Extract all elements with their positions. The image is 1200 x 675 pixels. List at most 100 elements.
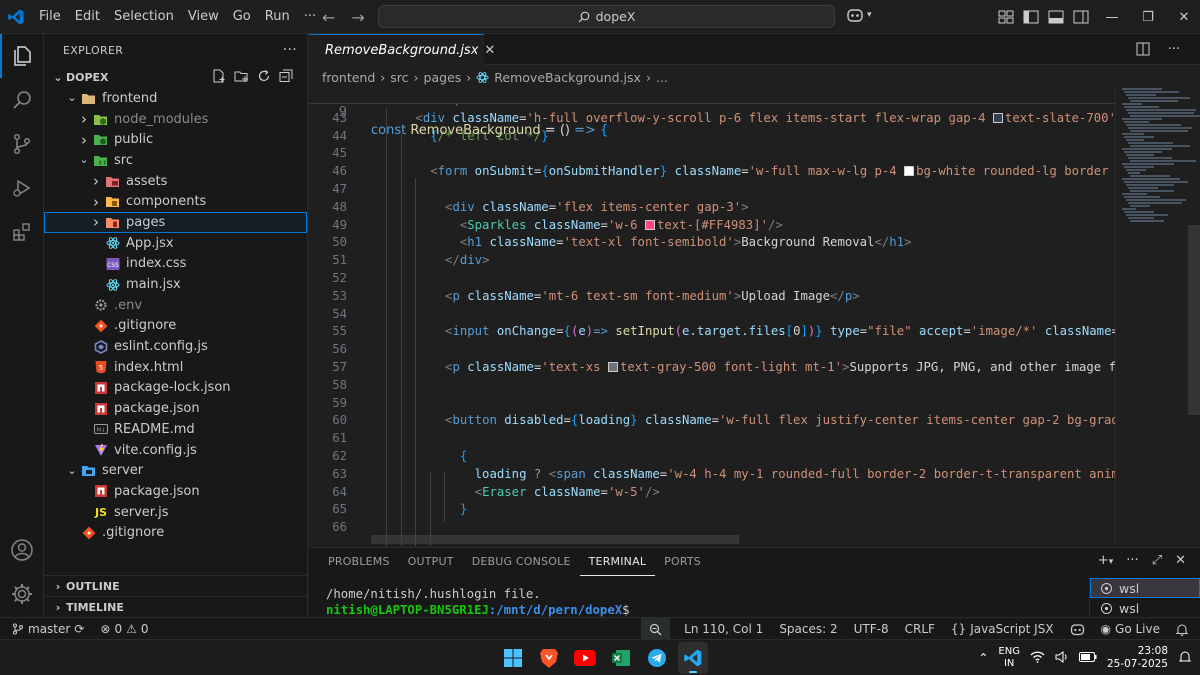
terminal-item[interactable]: wsl <box>1090 578 1200 598</box>
language-mode[interactable]: {} JavaScript JSX <box>943 622 1062 636</box>
clock[interactable]: 23:08 25-07-2025 <box>1107 645 1168 671</box>
tree-item-readme-md[interactable]: M↓ README.md <box>44 419 307 440</box>
breadcrumb-symbol[interactable]: ... <box>656 70 668 85</box>
code-line[interactable]: 57 <p className='text-xs text-gray-500 f… <box>309 359 1115 377</box>
menu-go[interactable]: Go <box>226 0 258 34</box>
notification-center-icon[interactable] <box>1178 650 1192 667</box>
tab-terminal[interactable]: TERMINAL <box>579 549 656 576</box>
customize-layout-icon[interactable] <box>998 10 1014 24</box>
line-ending[interactable]: CRLF <box>897 622 943 636</box>
code-line[interactable]: 47 <box>309 181 1115 199</box>
branch-indicator[interactable]: master ⟳ <box>0 622 92 636</box>
color-swatch[interactable] <box>607 362 618 372</box>
tree-item-package-json[interactable]: package.json <box>44 481 307 502</box>
manage-gear-icon[interactable] <box>0 572 44 616</box>
source-control-icon[interactable] <box>0 122 44 166</box>
new-terminal-icon[interactable]: +▾ <box>1098 553 1113 568</box>
new-folder-icon[interactable] <box>234 69 249 83</box>
vertical-scrollbar[interactable] <box>1188 225 1200 415</box>
tree-item-app-jsx[interactable]: App.jsx <box>44 233 307 254</box>
tree-item-public[interactable]: › public <box>44 129 307 150</box>
breadcrumb-src[interactable]: src <box>390 70 408 85</box>
sync-icon[interactable]: ⟳ <box>74 622 84 636</box>
vscode-taskbar-icon[interactable] <box>678 642 708 674</box>
more-actions-icon[interactable]: ··· <box>283 42 297 58</box>
panel-more-icon[interactable]: ··· <box>1126 553 1138 568</box>
code-line[interactable]: 51 </div> <box>309 252 1115 270</box>
code-line[interactable]: 65 } <box>309 501 1115 519</box>
code-line[interactable]: 48 <div className='flex items-center gap… <box>309 199 1115 217</box>
tab-output[interactable]: OUTPUT <box>399 548 463 576</box>
code-line[interactable]: 46 <form onSubmit={onSubmitHandler} clas… <box>309 163 1115 181</box>
code-line[interactable]: 61 <box>309 430 1115 448</box>
extensions-icon[interactable] <box>0 210 44 254</box>
new-file-icon[interactable] <box>212 69 226 83</box>
terminal-item[interactable]: wsl <box>1090 598 1200 618</box>
menu-more[interactable]: ··· <box>297 0 323 34</box>
close-tab-icon[interactable]: ✕ <box>484 43 495 58</box>
collapse-all-icon[interactable] <box>279 69 293 83</box>
windows-start-icon[interactable] <box>498 642 528 674</box>
tree-item-main-jsx[interactable]: main.jsx <box>44 274 307 295</box>
tab-removebackground[interactable]: RemoveBackground.jsx ✕ <box>309 34 495 65</box>
tree-item-components[interactable]: › components <box>44 191 307 212</box>
tree-item-server[interactable]: ⌄ server <box>44 460 307 481</box>
code-line[interactable]: 53 <p className='mt-6 text-sm font-mediu… <box>309 288 1115 306</box>
language-indicator[interactable]: ENG IN <box>998 646 1020 670</box>
code-line[interactable]: 59 <box>309 395 1115 413</box>
volume-icon[interactable] <box>1055 650 1069 666</box>
tree-item-gitignore[interactable]: .gitignore <box>44 522 307 543</box>
color-swatch[interactable] <box>904 166 915 177</box>
terminal-output[interactable]: /home/nitish/.hushlogin file. nitish@LAP… <box>326 586 630 618</box>
editor-more-icon[interactable]: ··· <box>1168 42 1180 57</box>
toggle-panel-icon[interactable] <box>1048 10 1064 24</box>
tree-item-index-html[interactable]: 5 index.html <box>44 357 307 378</box>
breadcrumb-frontend[interactable]: frontend <box>322 70 375 85</box>
forward-arrow-icon[interactable]: → <box>351 8 364 27</box>
command-center-search[interactable]: dopeX <box>378 5 835 28</box>
code-editor[interactable]: 42 return (43 <div className='h-full ove… <box>309 98 1115 546</box>
brave-browser-icon[interactable] <box>534 642 564 674</box>
tree-item-vite-config-js[interactable]: vite.config.js <box>44 440 307 461</box>
outline-section[interactable]: › OUTLINE <box>44 575 308 597</box>
code-line[interactable]: 64 <Eraser className='w-5'/> <box>309 484 1115 502</box>
tree-item-eslint-config-js[interactable]: eslint.config.js <box>44 336 307 357</box>
code-line[interactable]: 56 <box>309 341 1115 359</box>
minimize-icon[interactable]: — <box>1094 10 1130 25</box>
excel-icon[interactable] <box>606 642 636 674</box>
code-line[interactable]: 54 <box>309 306 1115 324</box>
color-swatch[interactable] <box>992 112 1003 123</box>
telegram-icon[interactable] <box>642 642 672 674</box>
split-editor-icon[interactable] <box>1136 42 1150 56</box>
maximize-panel-icon[interactable]: ⤢ <box>1152 553 1162 568</box>
code-line[interactable]: 55 <input onChange={(e)=> setInput(e.tar… <box>309 323 1115 341</box>
notifications-bell-icon[interactable] <box>1168 623 1200 636</box>
restore-icon[interactable]: ❐ <box>1130 10 1166 25</box>
copilot-status-icon[interactable] <box>1062 623 1093 636</box>
workspace-header[interactable]: ⌄ DOPEX <box>44 66 307 88</box>
breadcrumb-file[interactable]: RemoveBackground.jsx <box>494 70 641 85</box>
tab-ports[interactable]: PORTS <box>655 548 710 576</box>
tab-debug-console[interactable]: DEBUG CONSOLE <box>463 548 580 576</box>
menu-selection[interactable]: Selection <box>107 0 181 34</box>
tree-item-package-lock-json[interactable]: package-lock.json <box>44 378 307 399</box>
wifi-icon[interactable] <box>1030 651 1045 666</box>
menu-run[interactable]: Run <box>258 0 297 34</box>
search-view-icon[interactable] <box>0 78 44 122</box>
tree-item-package-json[interactable]: package.json <box>44 398 307 419</box>
toggle-primary-sidebar-icon[interactable] <box>1023 10 1039 24</box>
tree-item-env[interactable]: .env <box>44 295 307 316</box>
copilot-button[interactable]: ▾ <box>846 7 872 23</box>
code-line[interactable]: 63 loading ? <span className='w-4 h-4 my… <box>309 466 1115 484</box>
sticky-scroll[interactable]: 9 const RemoveBackground = () => { <box>309 86 1115 138</box>
breadcrumb-pages[interactable]: pages <box>424 70 462 85</box>
code-line[interactable]: 45 <box>309 145 1115 163</box>
tree-item-gitignore[interactable]: .gitignore <box>44 316 307 337</box>
menu-view[interactable]: View <box>181 0 226 34</box>
toggle-secondary-sidebar-icon[interactable] <box>1073 10 1089 24</box>
run-debug-icon[interactable] <box>0 166 44 210</box>
zoom-icon[interactable] <box>641 618 671 640</box>
problems-indicator[interactable]: ⊗ 0 ⚠ 0 <box>92 622 156 636</box>
indentation[interactable]: Spaces: 2 <box>771 622 845 636</box>
tree-item-index-css[interactable]: CSS index.css <box>44 254 307 275</box>
